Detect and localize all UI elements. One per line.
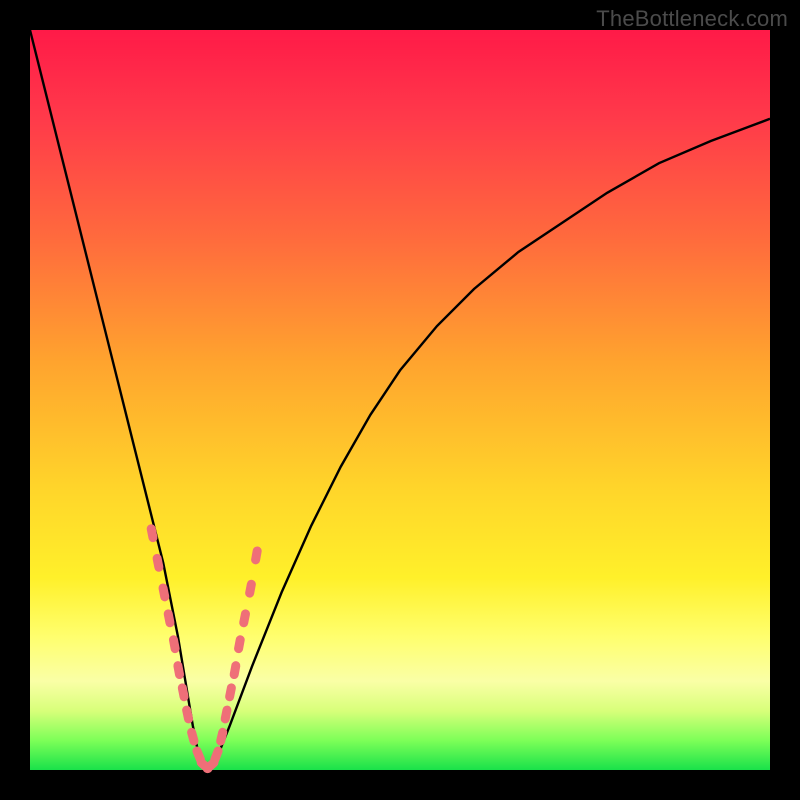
marker-pill [238,609,250,628]
marker-pill [177,683,189,702]
marker-pill [181,705,194,724]
marker-pill [244,579,256,598]
plot-area [30,30,770,770]
marker-pill [186,727,199,747]
marker-pill [215,727,228,747]
marker-pill [224,683,236,702]
marker-pill [146,523,158,542]
bottleneck-curve [30,30,770,770]
watermark-text: TheBottleneck.com [596,6,788,32]
chart-svg [30,30,770,770]
marker-pill [250,546,262,565]
marker-pill [229,660,241,679]
marker-pill [233,635,245,654]
chart-frame: TheBottleneck.com [0,0,800,800]
